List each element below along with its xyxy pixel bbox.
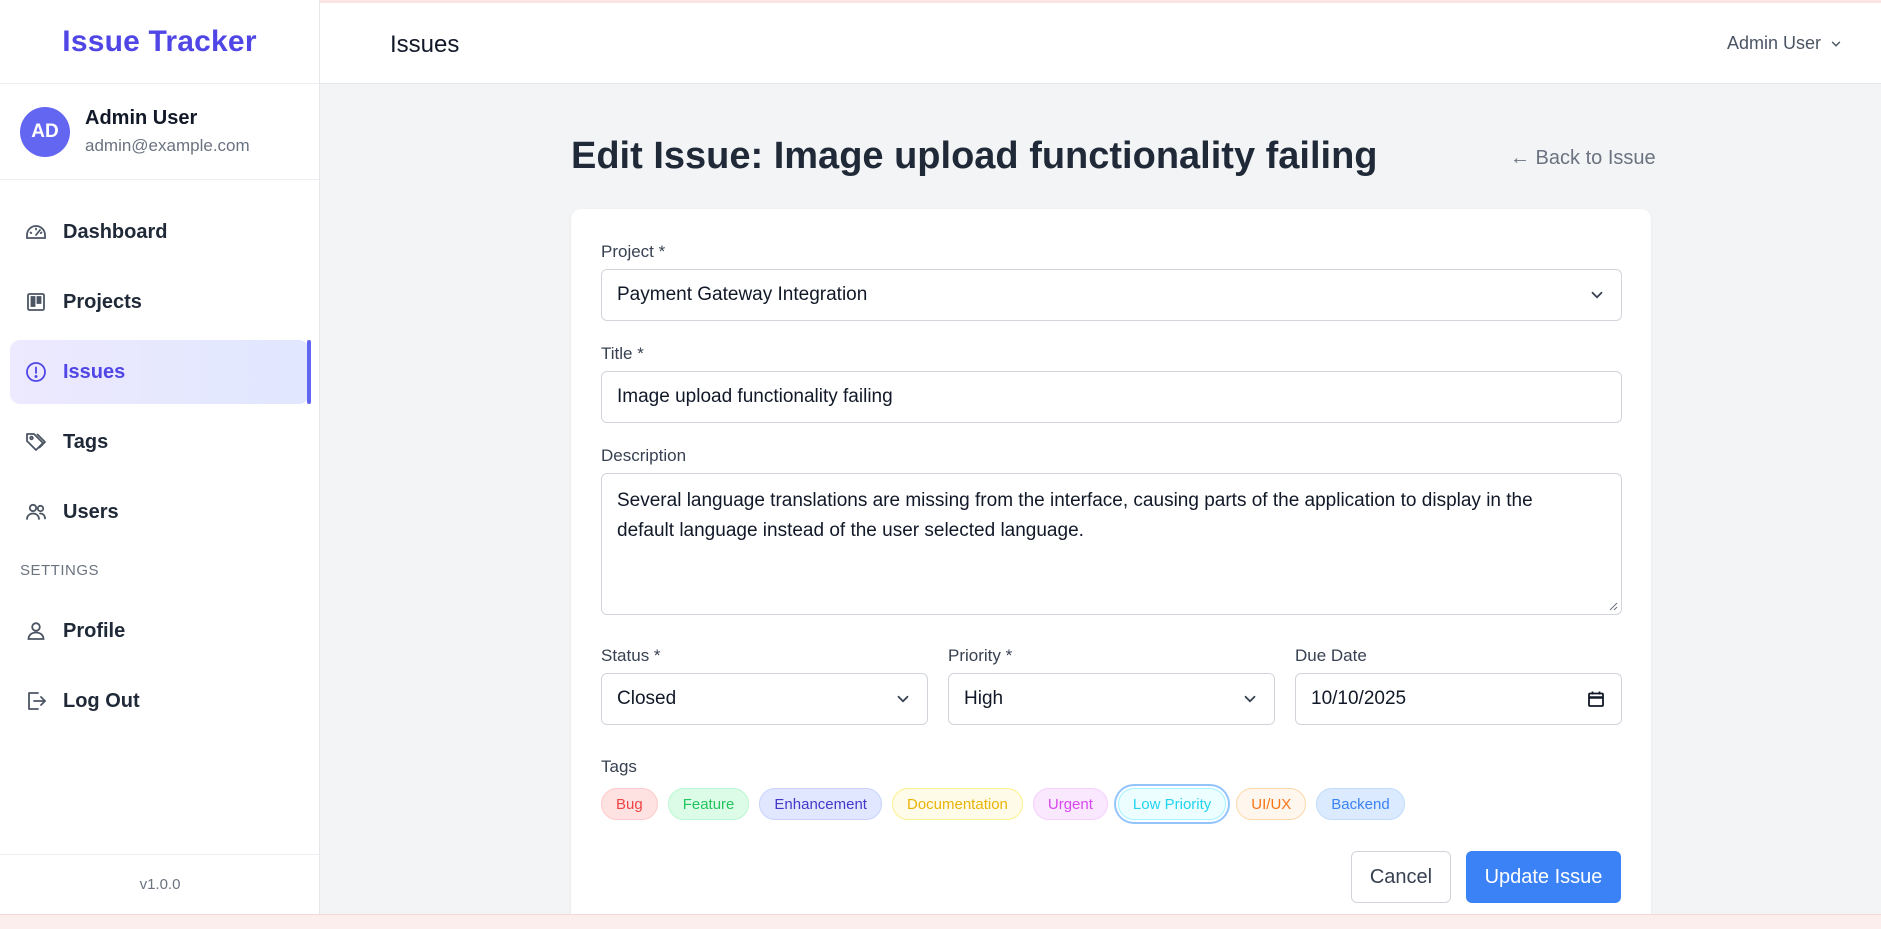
project-select-value: Payment Gateway Integration bbox=[617, 284, 868, 305]
user-email: admin@example.com bbox=[85, 136, 250, 155]
resize-handle-icon[interactable] bbox=[1608, 601, 1618, 611]
sidebar-item-label: Users bbox=[63, 500, 119, 523]
back-to-issue-link[interactable]: ← Back to Issue bbox=[1510, 147, 1656, 170]
users-icon bbox=[24, 500, 48, 524]
user-menu-label: Admin User bbox=[1726, 33, 1821, 53]
sidebar-item-tags[interactable]: Tags bbox=[10, 410, 309, 474]
user-name: Admin User bbox=[85, 107, 198, 129]
user-info: Admin User admin@example.com bbox=[85, 107, 250, 156]
projects-icon bbox=[24, 290, 48, 314]
sidebar-item-issues[interactable]: Issues bbox=[10, 340, 311, 404]
brand[interactable]: Issue Tracker bbox=[0, 0, 319, 84]
cancel-button[interactable]: Cancel bbox=[1351, 851, 1451, 903]
sidebar-item-label: Log Out bbox=[63, 689, 140, 712]
due-date-label: Due Date bbox=[1295, 646, 1367, 665]
priority-select-value: High bbox=[964, 688, 1004, 709]
user-card: AD Admin User admin@example.com bbox=[0, 84, 319, 180]
tags-icon bbox=[24, 430, 48, 454]
status-label: Status * bbox=[601, 646, 661, 665]
page-title: Edit Issue: Image upload functionality f… bbox=[571, 135, 1378, 177]
sidebar-item-profile[interactable]: Profile bbox=[10, 599, 309, 663]
sidebar-item-label: Profile bbox=[63, 619, 126, 642]
sidebar: Issue Tracker AD Admin User admin@exampl… bbox=[0, 0, 320, 914]
sidebar-item-label: Dashboard bbox=[63, 220, 168, 243]
status-select-value: Closed bbox=[617, 688, 677, 709]
sidebar-item-projects[interactable]: Projects bbox=[10, 270, 309, 334]
update-issue-button[interactable]: Update Issue bbox=[1466, 851, 1621, 903]
tag-chip[interactable]: Backend bbox=[1316, 788, 1405, 820]
tag-list: Bug Feature Enhancement Documentation Urgent… bbox=[601, 788, 1415, 820]
due-date-input[interactable]: 10/10/2025 bbox=[1295, 673, 1622, 725]
brand-title[interactable]: Issue Tracker bbox=[62, 25, 256, 59]
app-version: v1.0.0 bbox=[0, 854, 320, 914]
taskbar-strip bbox=[0, 914, 1881, 929]
user-menu-button[interactable]: Admin User bbox=[1727, 33, 1843, 54]
chevron-down-icon bbox=[897, 695, 909, 703]
chevron-down-icon bbox=[1591, 291, 1603, 299]
sidebar-item-label: Projects bbox=[63, 290, 142, 313]
sidebar-nav: Dashboard Projects Issues Tags Users SET… bbox=[0, 180, 319, 733]
header-title: Issues bbox=[390, 31, 460, 58]
title-input-value: Image upload functionality failing bbox=[617, 386, 893, 407]
dashboard-icon bbox=[24, 220, 48, 244]
sidebar-item-label: Tags bbox=[63, 430, 109, 453]
priority-select[interactable]: High bbox=[948, 673, 1275, 725]
tag-chip[interactable]: UI/UX bbox=[1236, 788, 1307, 820]
project-label: Project * bbox=[601, 242, 666, 261]
settings-section-label: SETTINGS bbox=[20, 562, 100, 579]
edit-issue-form: Project * Payment Gateway Integration Ti… bbox=[571, 209, 1651, 929]
tag-chip[interactable]: Feature bbox=[667, 788, 750, 820]
due-date-value: 10/10/2025 bbox=[1311, 688, 1407, 709]
description-label: Description bbox=[601, 446, 687, 465]
calendar-icon[interactable] bbox=[1586, 689, 1606, 709]
tags-label: Tags bbox=[601, 757, 637, 776]
tag-chip[interactable]: Enhancement bbox=[759, 788, 882, 820]
sidebar-item-logout[interactable]: Log Out bbox=[10, 669, 309, 733]
priority-label: Priority * bbox=[948, 646, 1013, 665]
description-text: Several language translations are missin… bbox=[617, 490, 1533, 541]
sidebar-item-label: Issues bbox=[63, 360, 126, 383]
description-textarea[interactable]: Several language translations are missin… bbox=[601, 473, 1622, 615]
title-label: Title * bbox=[601, 344, 644, 363]
tag-chip[interactable]: Urgent bbox=[1032, 788, 1108, 820]
status-select[interactable]: Closed bbox=[601, 673, 928, 725]
issues-icon bbox=[24, 360, 48, 384]
sidebar-item-dashboard[interactable]: Dashboard bbox=[10, 200, 309, 264]
top-header: Issues Admin User bbox=[320, 3, 1881, 84]
project-select[interactable]: Payment Gateway Integration bbox=[601, 269, 1622, 321]
title-input[interactable]: Image upload functionality failing bbox=[601, 371, 1622, 423]
tag-chip[interactable]: Bug bbox=[601, 788, 658, 820]
sidebar-item-users[interactable]: Users bbox=[10, 480, 309, 544]
logout-icon bbox=[24, 689, 48, 713]
profile-icon bbox=[24, 619, 48, 643]
avatar: AD bbox=[20, 106, 70, 157]
chevron-down-icon bbox=[1831, 41, 1841, 47]
tag-chip[interactable]: Low Priority bbox=[1117, 788, 1227, 820]
tag-chip[interactable]: Documentation bbox=[891, 788, 1023, 820]
chevron-down-icon bbox=[1244, 695, 1256, 703]
